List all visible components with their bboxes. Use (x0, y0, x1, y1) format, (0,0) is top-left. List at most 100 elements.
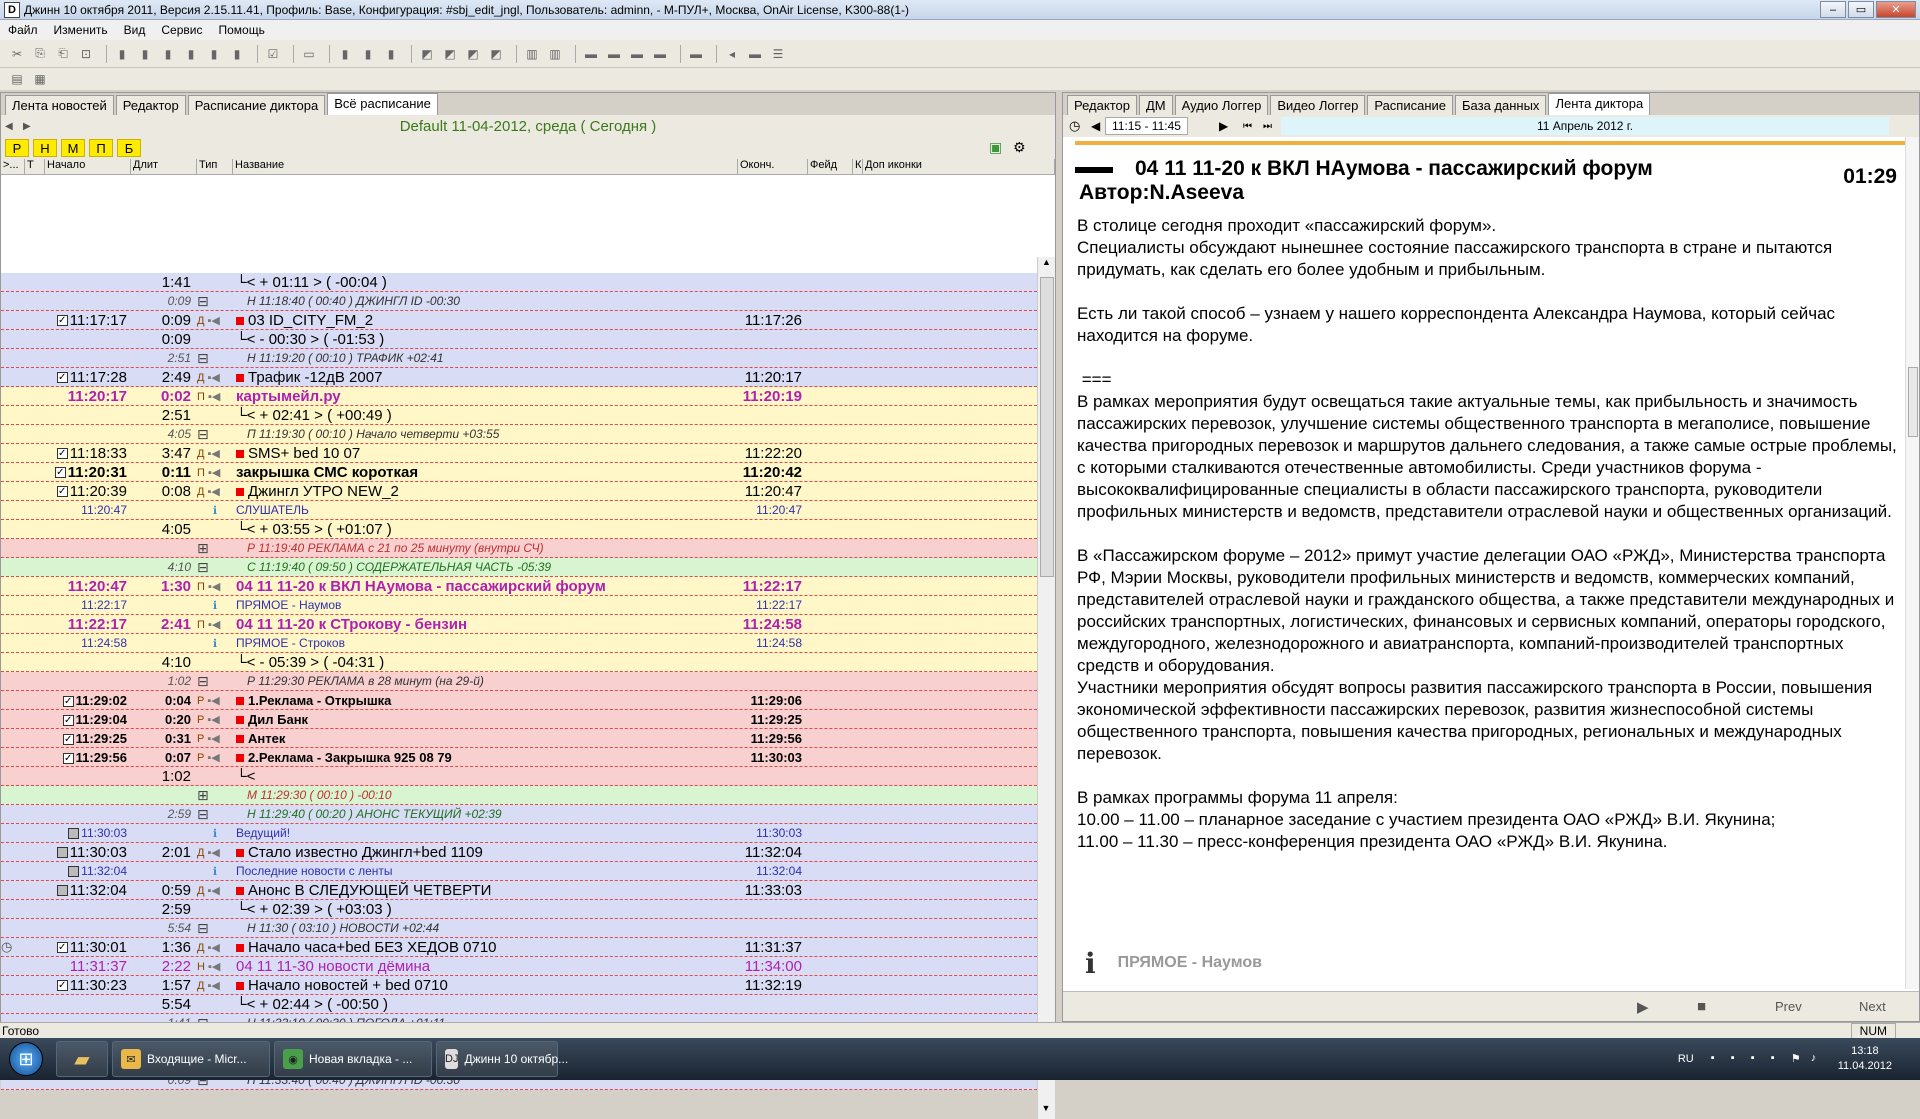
toolbar-icon[interactable]: ⊡ (77, 45, 95, 63)
table-row[interactable]: 11:22:17 ℹ ПРЯМОЕ - Наумов 11:22:17 (1, 596, 1037, 615)
right-scroll-thumb[interactable] (1908, 367, 1918, 437)
stop-icon[interactable]: ■ (1697, 998, 1706, 1015)
next-range-icon[interactable]: ▶ (1219, 119, 1228, 133)
minimize-button[interactable]: – (1820, 1, 1846, 18)
table-row[interactable]: 11:24:58 ℹ ПРЯМОЕ - Строков 11:24:58 (1, 634, 1037, 653)
tab-dm[interactable]: ДМ (1138, 95, 1173, 115)
tab-schedule[interactable]: Расписание (1367, 95, 1453, 115)
toolbar-icon[interactable]: ▬ (605, 45, 623, 63)
prev-button[interactable]: Prev (1775, 999, 1802, 1014)
taskbar-task[interactable]: ◉ Новая вкладка - ... (274, 1041, 432, 1077)
enable-checkbox[interactable]: ✓ (56, 942, 68, 954)
menu-edit[interactable]: Изменить (46, 23, 116, 37)
table-row[interactable]: ✓ 11:29:25 0:31 Р ▪◀ Антек 11:29:56 (1, 729, 1037, 748)
col-name[interactable]: Название (233, 159, 738, 174)
block-header-row[interactable]: 4:05 ⊟ П 11:19:30 ( 00:10 ) Начало четверт… (1, 425, 1037, 444)
enable-checkbox[interactable]: ✓ (56, 448, 68, 460)
table-row[interactable]: ✓ 11:20:31 0:11 П ▪◀ закрышка СМС короткая 11… (1, 463, 1037, 482)
block-header-row[interactable]: ⊞ М 11:29:30 ( 00:10 ) -00:10 (1, 786, 1037, 805)
expand-icon[interactable]: ⊟ (197, 806, 209, 822)
toolbar-icon[interactable]: ▮ (359, 45, 377, 63)
table-row[interactable]: 11:32:04 0:59 Д ▪◀ Анонс В СЛЕДУЮЩЕЙ ЧЕТВЕР… (1, 881, 1037, 900)
close-button[interactable]: ✕ (1876, 1, 1916, 18)
col-start[interactable]: Начало (45, 159, 131, 174)
menu-view[interactable]: Вид (116, 23, 154, 37)
left-scrollbar[interactable]: ▲ ▼ (1037, 257, 1055, 1119)
col-marker[interactable]: >... (1, 159, 25, 174)
toolbar-icon[interactable]: ▥ (523, 45, 541, 63)
table-row[interactable]: ✓ 11:29:04 0:20 Р ▪◀ Дил Банк 11:29:25 (1, 710, 1037, 729)
clock-icon[interactable]: ◷ (1069, 118, 1080, 134)
col-extra-icons[interactable]: Доп иконки (863, 159, 1055, 174)
block-header-row[interactable]: 5:54 ⊟ Н 11:30 ( 03:10 ) НОВОСТИ +02:44 (1, 919, 1037, 938)
time-range[interactable]: 11:15 - 11:45 (1105, 117, 1188, 135)
taskbar-task[interactable]: DJ Джинн 10 октябр... (436, 1041, 568, 1077)
expand-icon[interactable]: ⊞ (197, 540, 209, 556)
table-row[interactable]: 2:59 └< + 02:39 > ( +03:03 ) (1, 900, 1037, 919)
filter-m-button[interactable]: М (61, 139, 85, 157)
table-row[interactable]: 1:41 └< + 01:11 > ( -00:04 ) (1, 273, 1037, 292)
table-row[interactable]: ✓ 11:30:23 1:57 Д ▪◀ Начало новостей + bed 0… (1, 976, 1037, 995)
table-row[interactable]: 11:30:03 ℹ Ведущий! 11:30:03 (1, 824, 1037, 843)
toolbar-icon[interactable]: ☑ (264, 45, 282, 63)
block-header-row[interactable]: 0:09 ⊟ Н 11:18:40 ( 00:40 ) ДЖИНГЛ ID -00:… (1, 292, 1037, 311)
start-button[interactable]: ⊞ (0, 1038, 52, 1080)
taskbar-task[interactable]: ✉ Входящие - Micr... (112, 1041, 270, 1077)
enable-checkbox[interactable] (56, 885, 68, 897)
tab-audio-logger[interactable]: Аудио Логгер (1174, 95, 1269, 115)
tab-editor[interactable]: Редактор (115, 95, 186, 115)
right-scrollbar[interactable] (1905, 137, 1919, 989)
toolbar-icon[interactable]: ▮ (182, 45, 200, 63)
table-row[interactable]: 11:30:03 2:01 Д ▪◀ Стало известно Джингл+be… (1, 843, 1037, 862)
toolbar-icon[interactable]: ▮ (136, 45, 154, 63)
table-row[interactable]: 0:09 └< - 00:30 > ( -01:53 ) (1, 330, 1037, 349)
table-row[interactable]: 5:54 └< + 02:44 > ( -00:50 ) (1, 995, 1037, 1014)
table-row[interactable]: 2:51 └< + 02:41 > ( +00:49 ) (1, 406, 1037, 425)
toolbar-icon[interactable]: ▤ (8, 70, 26, 88)
expand-icon[interactable]: ⊞ (197, 787, 209, 803)
enable-checkbox[interactable]: ✓ (56, 372, 68, 384)
col-type[interactable]: Тип (197, 159, 233, 174)
toolbar-icon[interactable]: ▬ (746, 45, 764, 63)
tray-icon[interactable]: ▪ (1751, 1052, 1765, 1066)
enable-checkbox[interactable]: ✓ (62, 695, 74, 707)
tab-editor-right[interactable]: Редактор (1067, 95, 1137, 115)
enable-checkbox[interactable]: ✓ (56, 486, 68, 498)
menu-service[interactable]: Сервис (153, 23, 210, 37)
next-button[interactable]: Next (1859, 999, 1886, 1014)
table-row[interactable]: 4:05 └< + 03:55 > ( +01:07 ) (1, 520, 1037, 539)
enable-checkbox[interactable]: ✓ (62, 752, 74, 764)
toolbar-icon[interactable]: ▮ (159, 45, 177, 63)
settings-icon[interactable]: ⚙ (1013, 139, 1031, 157)
table-row[interactable]: ✓ 11:17:28 2:49 Д ▪◀ Трафик -12дВ 2007 11:20:… (1, 368, 1037, 387)
col-end[interactable]: Оконч. (738, 159, 808, 174)
toolbar-icon[interactable]: ⎗ (54, 45, 72, 63)
tab-database[interactable]: База данных (1455, 95, 1547, 115)
table-row[interactable]: ✓ 11:20:39 0:08 Д ▪◀ Джингл УТРО NEW_2 11:20:… (1, 482, 1037, 501)
toolbar-icon[interactable]: ▮ (336, 45, 354, 63)
explorer-task[interactable]: ▰ (56, 1041, 108, 1077)
last-icon[interactable]: ⏭ (1263, 121, 1272, 132)
table-row[interactable]: ◷ ✓ 11:30:01 1:36 Д ▪◀ Начало часа+bed БЕЗ ХЕ… (1, 938, 1037, 957)
toolbar-icon[interactable]: ◩ (464, 45, 482, 63)
table-row[interactable]: 11:20:47 ℹ СЛУШАТЕЛЬ 11:20:47 (1, 501, 1037, 520)
toolbar-icon[interactable]: ☰ (769, 45, 787, 63)
toolbar-icon[interactable]: ▭ (300, 45, 318, 63)
enable-checkbox[interactable] (68, 866, 80, 878)
table-row[interactable]: 11:31:37 2:22 Н ▪◀ 04 11 11-30 новости дёми… (1, 957, 1037, 976)
tab-full-schedule[interactable]: Всё расписание (327, 93, 438, 115)
col-duration[interactable]: Длит (131, 159, 197, 174)
block-header-row[interactable]: 2:51 ⊟ Н 11:19:20 ( 00:10 ) ТРАФИК +02:41 (1, 349, 1037, 368)
tab-news-feed[interactable]: Лента новостей (5, 95, 114, 115)
scroll-thumb[interactable] (1040, 277, 1054, 577)
enable-checkbox[interactable]: ✓ (56, 980, 68, 992)
prev-day-icon[interactable]: ◀ (5, 121, 19, 132)
enable-checkbox[interactable]: ✓ (62, 733, 74, 745)
col-k[interactable]: К. (853, 159, 863, 174)
toolbar-icon[interactable]: ▬ (651, 45, 669, 63)
toolbar-icon[interactable]: ▮ (205, 45, 223, 63)
block-header-row[interactable]: 1:02 ⊟ Р 11:29:30 РЕКЛАМА в 28 минут (на 2… (1, 672, 1037, 691)
table-row[interactable]: 11:20:17 0:02 П ▪◀ картымейл.ру 11:20:19 (1, 387, 1037, 406)
tray-icon[interactable]: ▪ (1711, 1052, 1725, 1066)
toolbar-icon[interactable]: ◩ (418, 45, 436, 63)
